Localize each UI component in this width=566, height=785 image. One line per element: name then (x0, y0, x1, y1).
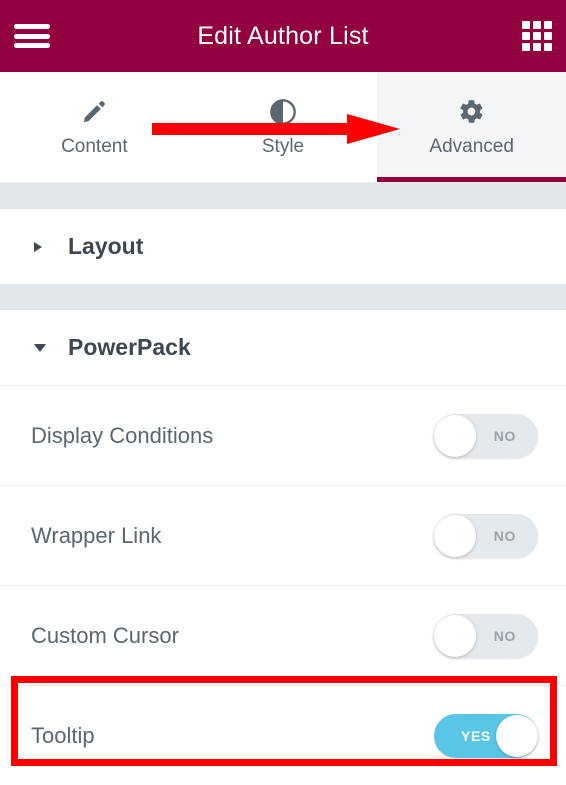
chevron-right-icon (34, 241, 50, 252)
panel-tabs: Content Style Advanced (0, 72, 566, 183)
tab-advanced[interactable]: Advanced (377, 72, 566, 182)
section-powerpack-title: PowerPack (68, 334, 191, 360)
section-divider-band (0, 183, 566, 209)
tab-style-label: Style (261, 135, 305, 157)
page-title: Edit Author List (197, 21, 369, 50)
grid-apps-icon[interactable] (522, 21, 552, 51)
toggle-tooltip[interactable]: YES (434, 713, 538, 758)
grid-cell (522, 21, 530, 29)
grid-cell (544, 21, 552, 29)
grid-cell (522, 43, 530, 51)
section-divider-band (0, 284, 566, 310)
section-layout[interactable]: Layout (0, 209, 566, 284)
tab-style[interactable]: Style (188, 72, 378, 182)
toggle-knob (434, 614, 476, 657)
control-label: Wrapper Link (31, 522, 162, 548)
hamburger-menu-icon[interactable] (14, 22, 50, 50)
pencil-icon (79, 97, 109, 127)
toggle-display-conditions[interactable]: NO (434, 413, 538, 458)
hamburger-bar (14, 24, 50, 29)
control-row-display-conditions: Display Conditions NO (0, 385, 566, 485)
control-label: Custom Cursor (31, 622, 179, 648)
control-row-wrapper-link: Wrapper Link NO (0, 485, 566, 585)
control-label: Tooltip (31, 722, 95, 748)
toggle-state-label: YES (461, 727, 491, 744)
grid-cell (544, 32, 552, 40)
section-layout-title: Layout (68, 233, 144, 259)
toggle-state-label: NO (493, 427, 516, 444)
toggle-state-label: NO (493, 627, 516, 644)
tab-advanced-label: Advanced (429, 135, 514, 157)
gear-icon (457, 97, 487, 127)
toggle-custom-cursor[interactable]: NO (434, 613, 538, 658)
chevron-down-icon (34, 343, 50, 352)
grid-cell (533, 43, 541, 51)
control-row-tooltip: Tooltip YES (0, 685, 566, 785)
toggle-wrapper-link[interactable]: NO (434, 513, 538, 558)
hamburger-bar (14, 33, 50, 39)
toggle-state-label: NO (493, 527, 516, 544)
app-header: Edit Author List (0, 0, 566, 72)
grid-cell (522, 32, 530, 40)
toggle-knob (434, 514, 476, 557)
section-powerpack[interactable]: PowerPack (0, 310, 566, 385)
tab-content[interactable]: Content (0, 72, 189, 182)
grid-cell (533, 32, 541, 40)
toggle-knob (434, 414, 476, 457)
powerpack-controls: Display Conditions NO Wrapper Link NO Cu… (0, 385, 566, 785)
control-row-custom-cursor: Custom Cursor NO (0, 585, 566, 685)
hamburger-bar (14, 43, 50, 48)
grid-cell (533, 21, 541, 29)
grid-cell (544, 43, 552, 51)
contrast-icon (268, 97, 298, 127)
tab-content-label: Content (61, 135, 128, 157)
control-label: Display Conditions (31, 422, 214, 448)
toggle-knob (496, 714, 538, 757)
